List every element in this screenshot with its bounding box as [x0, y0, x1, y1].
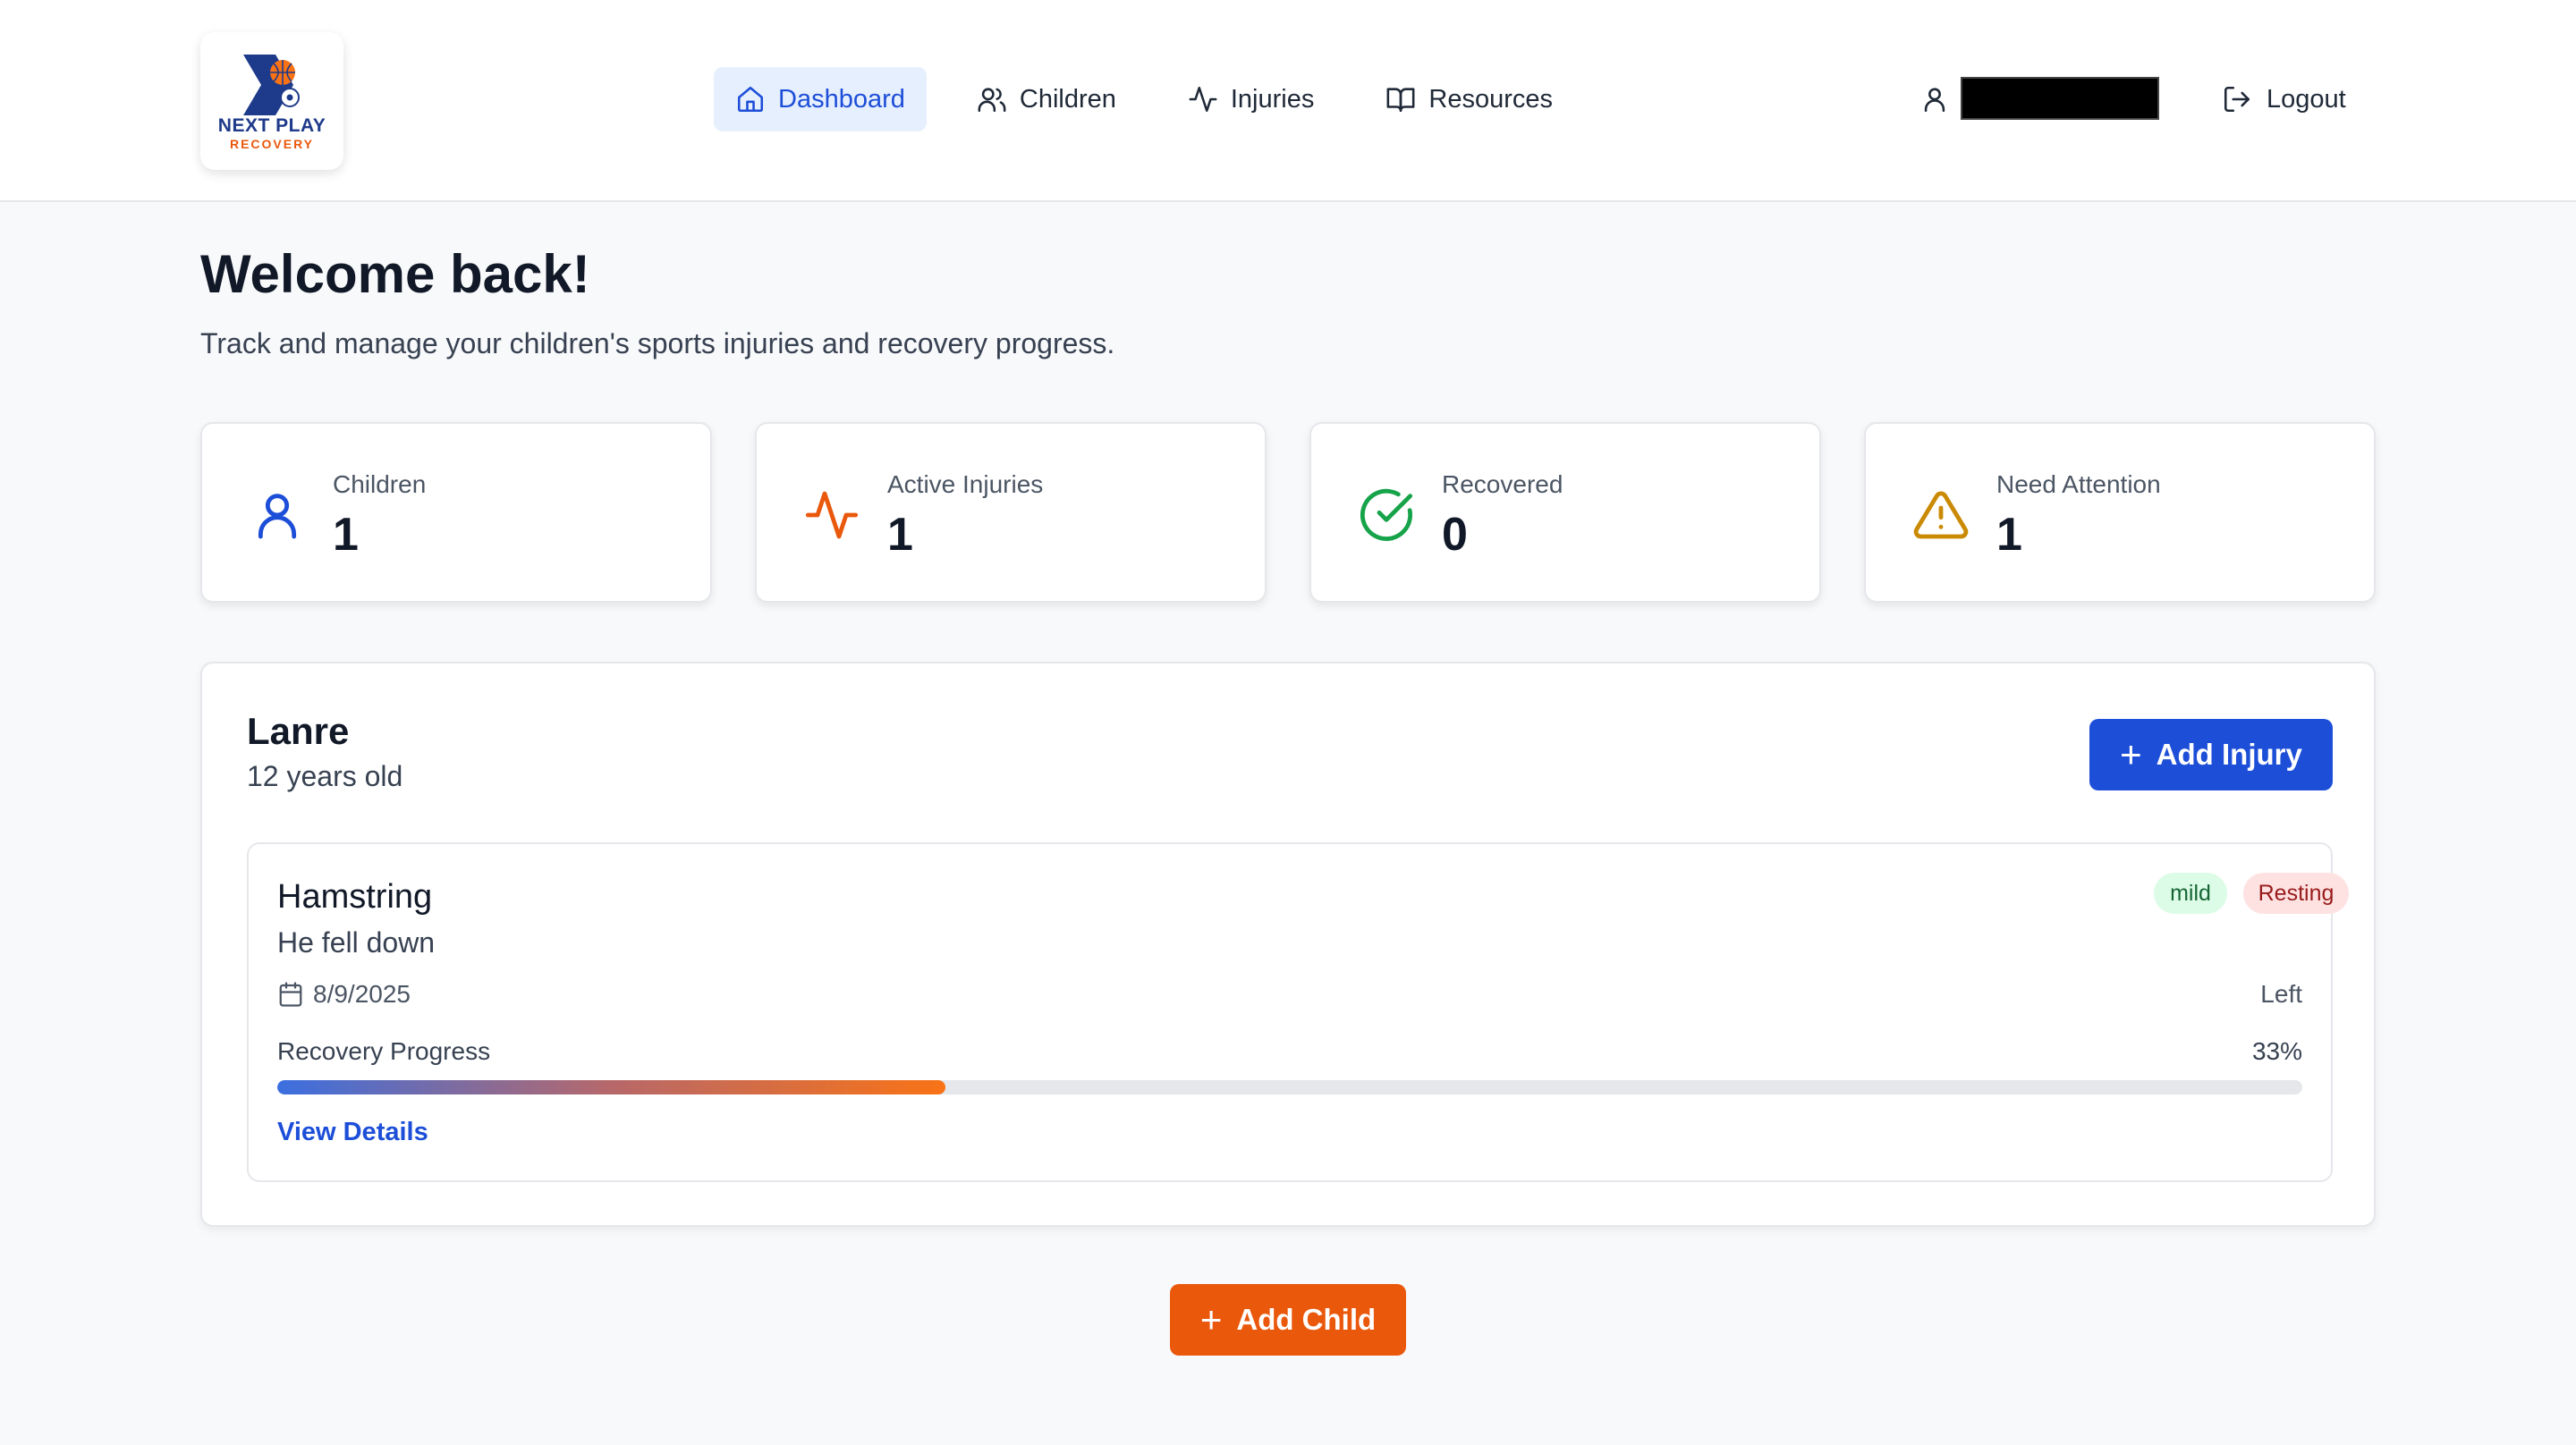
- stat-card-children: Children 1: [200, 422, 712, 603]
- stat-value: 1: [1996, 509, 2022, 561]
- view-details-link[interactable]: View Details: [277, 1118, 428, 1147]
- check-circle-icon: [1360, 488, 1413, 541]
- child-age: 12 years old: [247, 760, 403, 792]
- nav-injuries-label: Injuries: [1230, 84, 1315, 114]
- brand-name: NEXT PLAY: [217, 115, 326, 136]
- stat-card-recovered: Recovered 0: [1309, 422, 1821, 603]
- activity-icon: [805, 491, 859, 539]
- stat-card-active-injuries: Active Injuries 1: [755, 422, 1267, 603]
- add-child-button[interactable]: + Add Child: [1170, 1284, 1406, 1356]
- severity-badge: mild: [2154, 873, 2227, 914]
- injury-description: He fell down: [277, 926, 436, 959]
- nav-dashboard[interactable]: Dashboard: [714, 67, 927, 131]
- logo-emblem-icon: [243, 55, 300, 115]
- home-icon: [737, 86, 764, 113]
- progress-value: 33%: [2251, 1037, 2302, 1065]
- nav-resources-label: Resources: [1428, 84, 1553, 114]
- user-icon: [258, 494, 297, 539]
- injury-side: Left: [2260, 980, 2302, 1008]
- users-icon: [978, 88, 1006, 113]
- alert-triangle-icon: [1913, 491, 1969, 539]
- brand-tagline: RECOVERY: [229, 137, 315, 151]
- nav-children-label: Children: [1019, 84, 1116, 114]
- progress-label: Recovery Progress: [277, 1037, 491, 1065]
- injury-date-value: 8/9/2025: [313, 980, 411, 1008]
- plus-icon: +: [2120, 733, 2142, 775]
- stat-value: 1: [333, 509, 359, 561]
- stat-label: Recovered: [1442, 470, 1563, 498]
- nav-dashboard-label: Dashboard: [778, 84, 905, 114]
- nav-resources[interactable]: Resources: [1364, 67, 1574, 131]
- stat-label: Need Attention: [1996, 470, 2161, 498]
- child-panel: Lanre 12 years old + Add Injury Hamstrin…: [200, 662, 2376, 1227]
- status-badge: Resting: [2243, 873, 2349, 914]
- logout-label: Logout: [2267, 84, 2346, 114]
- stat-card-need-attention: Need Attention 1: [1864, 422, 2376, 603]
- add-injury-label: Add Injury: [2156, 738, 2302, 771]
- stat-value: 0: [1442, 509, 1468, 561]
- add-injury-button[interactable]: + Add Injury: [2089, 719, 2333, 790]
- stat-value: 1: [887, 509, 913, 561]
- page-title: Welcome back!: [200, 244, 590, 304]
- user-name-redacted[interactable]: [1961, 77, 2159, 120]
- injury-card: Hamstring He fell down mild Resting 8/9/…: [247, 842, 2349, 1182]
- page-subtitle: Track and manage your children's sports …: [200, 327, 1115, 359]
- logout-icon: [2224, 86, 2250, 113]
- progress-bar: [277, 1080, 2302, 1094]
- injury-title: Hamstring: [277, 878, 433, 916]
- stat-label: Children: [333, 470, 427, 498]
- nav-injuries[interactable]: Injuries: [1166, 67, 1336, 131]
- injury-date: 8/9/2025: [277, 980, 411, 1009]
- stat-label: Active Injuries: [887, 470, 1044, 498]
- top-header: NEXT PLAY RECOVERY Dashboard Children In…: [0, 0, 2576, 202]
- nav-children[interactable]: Children: [955, 67, 1138, 131]
- add-child-label: Add Child: [1236, 1303, 1377, 1336]
- calendar-icon: [279, 982, 302, 1007]
- brand-logo[interactable]: NEXT PLAY RECOVERY: [200, 32, 343, 170]
- plus-icon: +: [1199, 1298, 1223, 1340]
- logout-button[interactable]: Logout: [2222, 73, 2346, 125]
- user-icon[interactable]: [1919, 84, 1950, 114]
- progress-bar-fill: [277, 1080, 946, 1094]
- book-icon: [1386, 88, 1415, 113]
- child-name: Lanre: [247, 710, 350, 752]
- activity-icon: [1189, 86, 1217, 113]
- main-nav: Dashboard Children Injuries Resources: [714, 67, 1603, 131]
